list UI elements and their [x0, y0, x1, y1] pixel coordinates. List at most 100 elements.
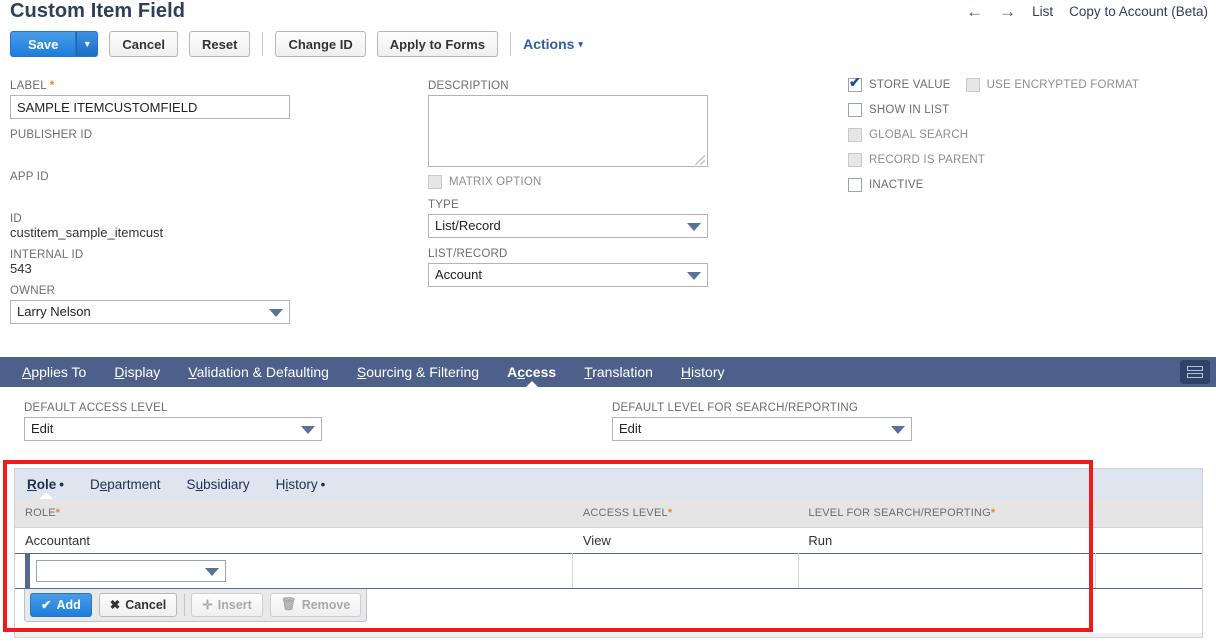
x-icon: ✖ [109, 598, 121, 612]
sublist-tab-subsidiary[interactable]: Subsidiary [174, 477, 263, 499]
row-action-buttons: ✔ Add ✖ Cancel ✛ Insert 🗑 Remove [24, 588, 368, 622]
store-value-checkbox[interactable] [848, 75, 862, 92]
default-access-level-select[interactable]: Edit [24, 417, 322, 441]
plus-icon: ✛ [202, 598, 213, 612]
use-encrypted-format-checkbox[interactable] [965, 78, 980, 92]
global-search-label: GLOBAL SEARCH [869, 129, 969, 141]
save-button[interactable]: Save [10, 31, 77, 57]
use-encrypted-format-row[interactable]: USE ENCRYPTED FORMAT [965, 78, 1139, 92]
resize-grip-icon[interactable] [695, 155, 705, 165]
page-title: Custom Item Field [10, 0, 186, 22]
inactive-row[interactable]: INACTIVE [848, 178, 1178, 192]
tab-translation[interactable]: Translation [570, 357, 667, 387]
toolbar-divider [510, 32, 512, 56]
sublist-tab-history[interactable]: History • [263, 477, 339, 499]
show-in-list-row[interactable]: SHOW IN LIST [848, 103, 1178, 117]
chevron-down-icon [891, 426, 905, 434]
app-id-label: APP ID [10, 171, 49, 183]
check-icon: ✔ [41, 598, 52, 612]
edit-cell-access-level[interactable] [572, 552, 799, 589]
publisher-id-value [10, 141, 290, 163]
layout-split-icon[interactable] [1180, 360, 1210, 384]
tab-history[interactable]: History [667, 357, 739, 387]
type-select[interactable]: List/Record [428, 214, 708, 238]
owner-select[interactable]: Larry Nelson [10, 300, 290, 324]
matrix-option-checkbox[interactable] [428, 175, 442, 189]
cell-role[interactable]: Accountant [15, 527, 573, 553]
apply-to-forms-button[interactable]: Apply to Forms [376, 31, 499, 57]
actions-label: Actions [523, 36, 575, 52]
role-select[interactable] [36, 559, 226, 582]
owner-value: Larry Nelson [17, 304, 91, 319]
show-in-list-label: SHOW IN LIST [869, 104, 950, 116]
top-navigation: ← → List Copy to Account (Beta) [966, 3, 1208, 20]
matrix-option-label: MATRIX OPTION [449, 176, 542, 188]
list-record-label: LIST/RECORD [428, 248, 508, 260]
tab-sourcing-filtering[interactable]: Sourcing & Filtering [343, 357, 493, 387]
default-access-level-group: DEFAULT ACCESS LEVEL Edit [24, 402, 322, 441]
cancel-button[interactable]: Cancel [109, 31, 179, 57]
tab-validation-defaulting[interactable]: Validation & Defaulting [174, 357, 343, 387]
arrow-left-icon[interactable]: ← [966, 3, 983, 20]
type-label: TYPE [428, 199, 459, 211]
chevron-down-icon [687, 223, 701, 231]
role-access-table: ROLE* ACCESS LEVEL* LEVEL FOR SEARCH/REP… [15, 499, 1202, 589]
copy-to-account-link[interactable]: Copy to Account (Beta) [1069, 4, 1208, 19]
reset-button[interactable]: Reset [189, 31, 251, 57]
add-button[interactable]: ✔ Add [30, 592, 92, 617]
description-textarea[interactable] [428, 95, 708, 167]
modified-dot-icon: • [59, 477, 64, 492]
tab-display[interactable]: Display [100, 357, 174, 387]
tabstrip-filler [338, 469, 1202, 499]
role-access-sublist: Role • Department Subsidiary History • ROL… [14, 468, 1203, 638]
edit-cell-search-level[interactable] [798, 552, 1096, 589]
id-label: ID [10, 213, 22, 225]
cell-search-level[interactable]: Run [798, 527, 1096, 553]
type-value: List/Record [435, 218, 501, 233]
required-asterisk: * [49, 80, 55, 92]
change-id-button[interactable]: Change ID [275, 31, 366, 57]
cell-access-level[interactable]: View [572, 527, 799, 553]
record-is-parent-row[interactable]: RECORD IS PARENT [848, 153, 1178, 167]
store-value-label: STORE VALUE [869, 79, 951, 91]
edit-cell-role[interactable] [15, 552, 574, 589]
sublist-bottom-edge [15, 632, 1202, 637]
store-value-row[interactable]: STORE VALUE [848, 75, 951, 92]
actions-menu[interactable]: Actions ▾ [523, 36, 583, 52]
matrix-option-row[interactable]: MATRIX OPTION [428, 175, 708, 189]
custom-item-field-page: Custom Item Field ← → List Copy to Accou… [0, 0, 1216, 643]
cell-empty [1095, 527, 1202, 553]
id-value: custitem_sample_itemcust [10, 225, 164, 240]
inactive-checkbox[interactable] [848, 178, 862, 192]
tab-applies-to[interactable]: Applies To [8, 357, 100, 387]
arrow-right-icon[interactable]: → [999, 3, 1016, 20]
table-header-row: ROLE* ACCESS LEVEL* LEVEL FOR SEARCH/REP… [15, 499, 1202, 528]
list-link[interactable]: List [1032, 4, 1053, 19]
sublist-tab-role[interactable]: Role • [15, 477, 77, 499]
record-is-parent-checkbox[interactable] [848, 153, 862, 167]
default-search-level-value: Edit [619, 421, 642, 436]
cancel-row-button[interactable]: ✖ Cancel [98, 592, 178, 617]
remove-button-label: Remove [301, 597, 351, 612]
label-input[interactable] [10, 95, 290, 119]
show-in-list-checkbox[interactable] [848, 103, 862, 117]
list-record-select[interactable]: Account [428, 263, 708, 287]
sublist-tab-department[interactable]: Department [77, 477, 174, 499]
insert-button-label: Insert [217, 597, 252, 612]
tab-access[interactable]: Access [493, 357, 570, 387]
save-dropdown-caret-icon[interactable]: ▼ [76, 31, 99, 57]
role-select-value [37, 561, 42, 576]
chevron-down-icon [269, 309, 283, 317]
global-search-checkbox[interactable] [848, 128, 862, 142]
main-tab-bar: Applies To Display Validation & Defaulti… [0, 357, 1216, 387]
default-search-level-select[interactable]: Edit [612, 417, 912, 441]
column-header-search-level: LEVEL FOR SEARCH/REPORTING* [798, 499, 1096, 528]
modified-dot-icon: • [320, 477, 326, 492]
table-edit-row[interactable] [15, 552, 1202, 589]
global-search-row[interactable]: GLOBAL SEARCH [848, 128, 1178, 142]
cancel-row-button-label: Cancel [125, 597, 167, 612]
sublist-tab-strip: Role • Department Subsidiary History • [15, 469, 1202, 499]
table-row[interactable]: Accountant View Run [15, 527, 1202, 553]
layout-bars [1187, 366, 1203, 378]
add-button-label: Add [56, 597, 81, 612]
